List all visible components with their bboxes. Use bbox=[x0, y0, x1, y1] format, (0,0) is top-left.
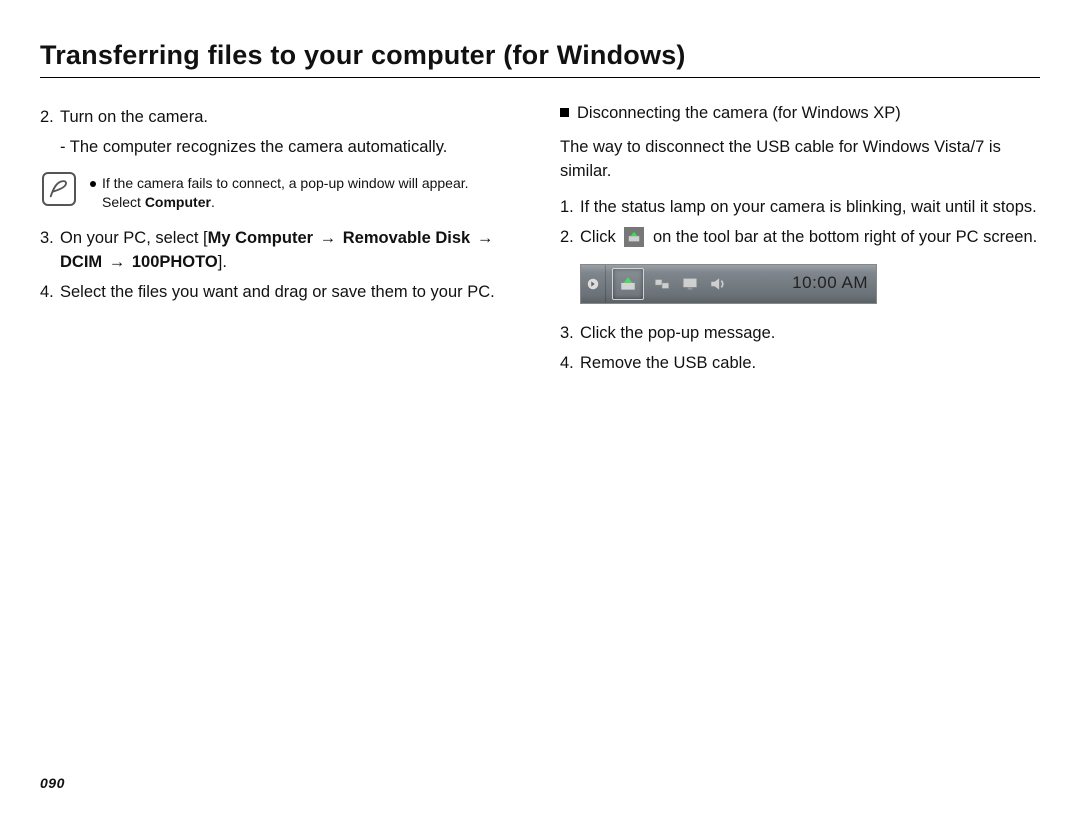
step-number: 4. bbox=[560, 352, 580, 376]
square-bullet-icon bbox=[560, 108, 569, 117]
right-step-1: 1. If the status lamp on your camera is … bbox=[560, 196, 1040, 220]
left-step-4: 4. Select the files you want and drag or… bbox=[40, 281, 520, 305]
step3-b1: My Computer bbox=[208, 229, 313, 247]
display-tray-icon bbox=[678, 272, 702, 296]
step-number: 2. bbox=[40, 106, 60, 130]
document-page: Transferring files to your computer (for… bbox=[0, 0, 1080, 815]
step-text: Click on the tool bar at the bottom righ… bbox=[580, 226, 1037, 250]
step-text: Remove the USB cable. bbox=[580, 352, 756, 376]
two-column-layout: 2. Turn on the camera. - The computer re… bbox=[40, 102, 1040, 381]
page-number: 090 bbox=[40, 775, 65, 791]
arrow-icon: → bbox=[477, 227, 494, 251]
safely-remove-hardware-icon bbox=[624, 227, 644, 247]
step-number: 3. bbox=[40, 227, 60, 275]
arrow-icon: → bbox=[320, 227, 337, 251]
network-tray-icon bbox=[650, 272, 674, 296]
bullet-icon bbox=[90, 181, 96, 187]
step-text: Select the files you want and drag or sa… bbox=[60, 281, 495, 305]
arrow-icon: → bbox=[109, 251, 126, 275]
title-rule bbox=[40, 77, 1040, 78]
sub-text: The computer recognizes the camera autom… bbox=[70, 138, 448, 156]
step-text: On your PC, select [My Computer → Remova… bbox=[60, 227, 520, 275]
s2-pre: Click bbox=[580, 228, 616, 246]
step-text: Turn on the camera. bbox=[60, 106, 208, 130]
note-line-2-bold: Computer bbox=[145, 194, 211, 210]
step-number: 3. bbox=[560, 322, 580, 346]
step-number: 4. bbox=[40, 281, 60, 305]
step-text: If the status lamp on your camera is bli… bbox=[580, 196, 1037, 220]
step-number: 1. bbox=[560, 196, 580, 220]
right-step-2: 2. Click on the tool bar at the bottom r… bbox=[560, 226, 1040, 250]
right-column: Disconnecting the camera (for Windows XP… bbox=[560, 102, 1040, 381]
left-step-2: 2. Turn on the camera. bbox=[40, 106, 520, 130]
page-title: Transferring files to your computer (for… bbox=[40, 40, 1040, 71]
right-step-3: 3. Click the pop-up message. bbox=[560, 322, 1040, 346]
note-line-1: If the camera fails to connect, a pop-up… bbox=[102, 175, 469, 191]
left-step-2-sub: - The computer recognizes the camera aut… bbox=[40, 136, 520, 160]
s2-post: on the tool bar at the bottom right of y… bbox=[653, 228, 1037, 246]
dash: - bbox=[60, 138, 66, 156]
step-text: Click the pop-up message. bbox=[580, 322, 775, 346]
subsection-heading: Disconnecting the camera (for Windows XP… bbox=[560, 102, 1040, 126]
right-step-4: 4. Remove the USB cable. bbox=[560, 352, 1040, 376]
step3-b4: 100PHOTO bbox=[132, 253, 218, 271]
volume-tray-icon bbox=[706, 272, 730, 296]
note-text: If the camera fails to connect, a pop-up… bbox=[90, 172, 469, 213]
note-icon bbox=[42, 172, 76, 206]
intro-text: The way to disconnect the USB cable for … bbox=[560, 136, 1040, 184]
note-box: If the camera fails to connect, a pop-up… bbox=[40, 172, 520, 213]
note-line-2-post: . bbox=[211, 194, 215, 210]
taskbar-tray-icons bbox=[606, 265, 732, 303]
step-number: 2. bbox=[560, 226, 580, 250]
step3-b3: DCIM bbox=[60, 253, 102, 271]
taskbar-clock: 10:00 AM bbox=[732, 271, 876, 296]
taskbar-expand-icon bbox=[581, 265, 606, 303]
step3-b2: Removable Disk bbox=[343, 229, 470, 247]
windows-taskbar-graphic: 10:00 AM bbox=[580, 264, 877, 304]
safely-remove-hardware-tray-icon bbox=[612, 268, 644, 300]
subsection-title: Disconnecting the camera (for Windows XP… bbox=[577, 104, 901, 122]
step3-post: ]. bbox=[218, 253, 227, 271]
left-column: 2. Turn on the camera. - The computer re… bbox=[40, 102, 520, 381]
left-step-3: 3. On your PC, select [My Computer → Rem… bbox=[40, 227, 520, 275]
note-line-2-pre: Select bbox=[102, 194, 145, 210]
step3-pre: On your PC, select [ bbox=[60, 229, 208, 247]
